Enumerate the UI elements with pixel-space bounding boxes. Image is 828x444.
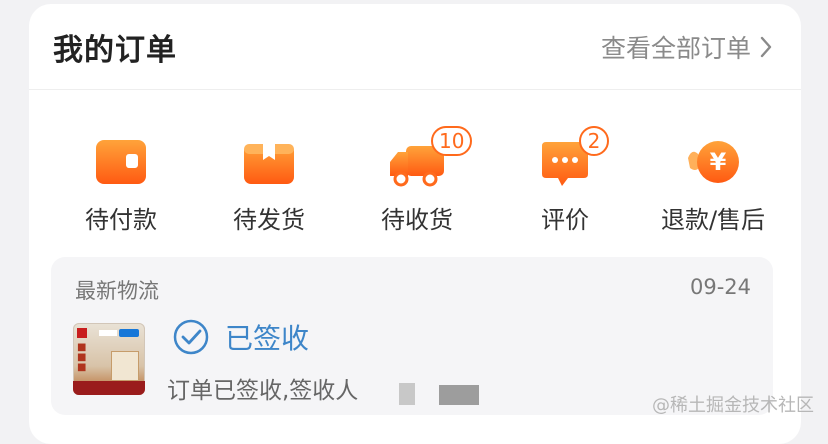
order-refund-aftersales-label: 退款/售后 (660, 206, 766, 234)
logistics-status[interactable]: 已签收 (173, 317, 309, 357)
logistics-title: 最新物流 (75, 279, 159, 303)
order-pending-receipt-label: 待收货 (381, 206, 453, 234)
logistics-status-text: 已签收 (225, 322, 310, 355)
order-pending-shipment[interactable]: 待发货 (199, 114, 339, 244)
check-circle-icon (173, 319, 209, 355)
order-status-grid: 待付款 待发货 10 待收货 2 评价 ¥ 退款/售后 (29, 114, 801, 244)
wallet-icon (96, 140, 146, 184)
order-pending-shipment-label: 待发货 (233, 206, 305, 234)
order-review[interactable]: 2 评价 (495, 114, 635, 244)
product-thumbnail[interactable]: ■ ■ ■ (73, 323, 145, 395)
review-badge: 2 (579, 126, 609, 156)
redacted-block (439, 385, 479, 405)
watermark: @稀土掘金技术社区 (652, 395, 814, 416)
order-refund-aftersales[interactable]: ¥ 退款/售后 (643, 114, 783, 244)
logistics-date: 09-24 (689, 275, 751, 299)
box-icon (244, 144, 294, 184)
order-pending-receipt[interactable]: 10 待收货 (347, 114, 487, 244)
order-pending-payment[interactable]: 待付款 (51, 114, 191, 244)
order-review-label: 评价 (541, 206, 589, 234)
redacted-block (399, 383, 415, 405)
view-all-orders-label: 查看全部订单 (600, 33, 751, 63)
logistics-detail: 订单已签收,签收人 (167, 378, 359, 404)
orders-title: 我的订单 (53, 32, 177, 68)
pending-receipt-badge: 10 (431, 126, 473, 156)
svg-text:¥: ¥ (710, 148, 727, 176)
orders-header: 我的订单 查看全部订单 (29, 4, 801, 90)
refund-icon: ¥ (688, 141, 739, 183)
order-pending-payment-label: 待付款 (85, 206, 157, 234)
view-all-orders-link[interactable]: 查看全部订单 (601, 29, 773, 65)
orders-card: 我的订单 查看全部订单 待付款 待发货 10 待收货 2 评价 ¥ 退款/售后 … (29, 4, 801, 444)
chevron-right-icon (760, 36, 772, 57)
